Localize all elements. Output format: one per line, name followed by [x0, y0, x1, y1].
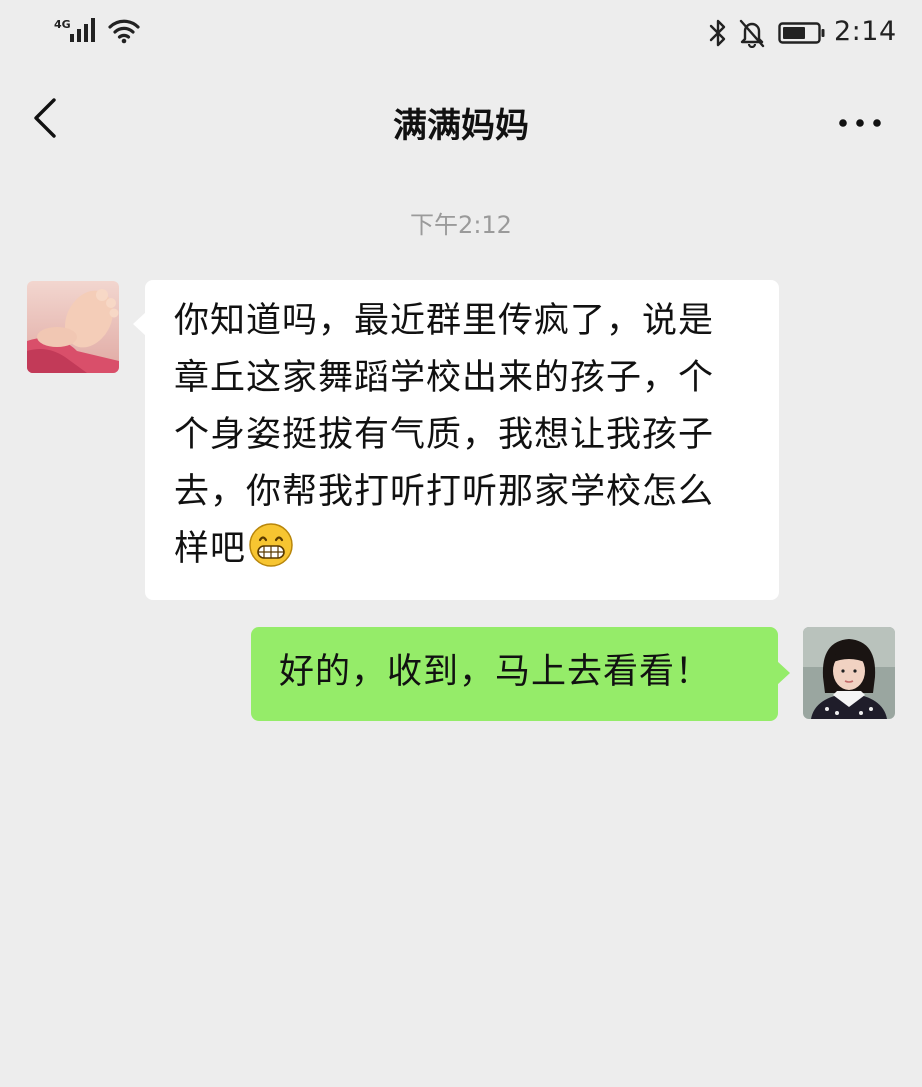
message-timestamp: 下午2:12: [410, 211, 512, 239]
message-line-text: 样吧: [174, 529, 247, 569]
wifi-icon: [108, 19, 140, 44]
my-avatar[interactable]: [803, 627, 895, 719]
battery-icon: [778, 22, 825, 44]
message-line: 去，你帮我打听打听那家学校怎么: [174, 472, 715, 512]
chat-title: 满满妈妈: [393, 106, 529, 146]
my-avatar-image: [803, 627, 895, 719]
more-dots-icon[interactable]: [838, 118, 882, 128]
message-line: 你知道吗，最近群里传疯了，说是: [174, 301, 715, 341]
status-bar: 4G 2:14: [0, 0, 922, 64]
bluetooth-icon: [709, 19, 726, 47]
message-line: 个身姿挺拔有气质，我想让我孩子: [174, 415, 715, 455]
contact-avatar-image: [27, 281, 119, 373]
outgoing-message-text: 好的，收到，马上去看看！: [279, 652, 712, 692]
message-line-last: 样吧: [174, 521, 759, 578]
status-bar-right: 2:14: [622, 14, 922, 48]
signal-bars-icon: [70, 18, 95, 42]
network-type: 4G: [54, 18, 71, 31]
grinning-face-emoji: [249, 523, 293, 567]
outgoing-message-bubble[interactable]: 好的，收到，马上去看看！: [251, 627, 790, 721]
bell-off-icon: [739, 19, 765, 48]
incoming-message-bubble[interactable]: 你知道吗，最近群里传疯了，说是 章丘这家舞蹈学校出来的孩子，个 个身姿挺拔有气质…: [133, 280, 779, 600]
contact-avatar[interactable]: [27, 281, 119, 373]
status-time: 2:14: [834, 16, 897, 47]
message-line: 章丘这家舞蹈学校出来的孩子，个: [174, 358, 715, 398]
chat-header: 满满妈妈: [0, 80, 922, 164]
